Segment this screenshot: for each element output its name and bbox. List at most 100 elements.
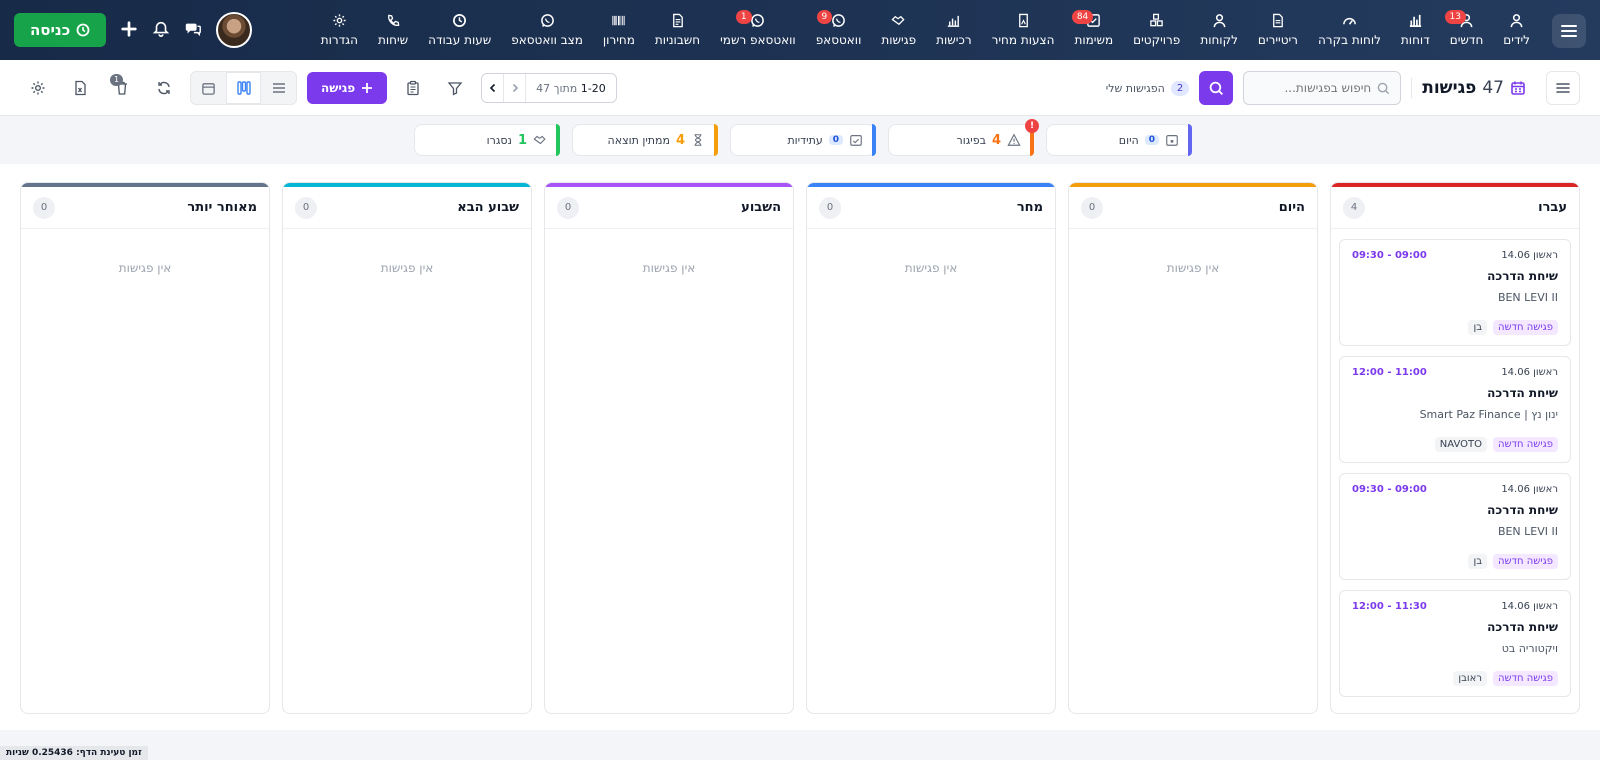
meeting-title: שיחת הדרכה — [1487, 269, 1558, 283]
meeting-card[interactable]: ראשון 14.06 11:00 - 12:00 שיחת הדרכה ינון נ… — [1339, 356, 1571, 463]
pager-of: מתוך 47 — [536, 81, 578, 95]
list-view-button[interactable] — [261, 72, 296, 104]
meeting-owner-tag: בן — [1468, 554, 1487, 569]
kanban-column-5: מאוחר יותר 0 אין פגישות — [20, 182, 270, 714]
gear-icon — [333, 14, 346, 27]
nav-item-label: מצב וואטסאפ — [511, 33, 583, 47]
search-icon — [1377, 82, 1390, 94]
nav-item-label: הגדרות — [320, 33, 358, 47]
empty-column-text: אין פגישות — [1166, 261, 1220, 275]
status-card-1[interactable]: 4 בפיגור! — [888, 119, 1039, 156]
nav-item-5[interactable]: לקוחות — [1190, 0, 1248, 60]
toolbar-right: 47 פגישות 2 הפגישות שלי — [1106, 70, 1580, 106]
quote-icon — [1018, 13, 1028, 28]
nav-item-label: חשבוניות — [654, 33, 701, 47]
nav-item-7[interactable]: משימות 84 — [1064, 0, 1123, 60]
calendar-icon — [1511, 81, 1525, 95]
nav-item-16[interactable]: שעות עבודה — [418, 0, 501, 60]
status-card-4[interactable]: 1 נסגרו — [414, 124, 560, 156]
avatar[interactable] — [216, 12, 253, 48]
cubes-icon — [1150, 13, 1164, 27]
nav-item-badge: 9 — [816, 10, 833, 24]
column-title: השבוע — [741, 200, 781, 215]
chevron-left-icon — [489, 83, 495, 93]
my-meetings-label: הפגישות שלי — [1105, 81, 1165, 95]
clipboard-button[interactable] — [397, 72, 429, 104]
column-title: שבוע הבא — [457, 200, 519, 215]
nav-item-6[interactable]: פרויקטים — [1123, 0, 1190, 60]
kanban-column-4: שבוע הבא 0 אין פגישות — [282, 182, 532, 714]
trash-button[interactable]: 1 — [106, 72, 138, 104]
nav-item-0[interactable]: לידים — [1493, 0, 1540, 60]
hamburger-menu-button[interactable] — [1552, 14, 1586, 48]
search-input[interactable] — [1261, 81, 1372, 95]
column-header: מחר 0 — [807, 187, 1055, 229]
status-card-3[interactable]: 4 ממתין תוצאה — [572, 124, 718, 156]
whatsapp-icon — [832, 14, 845, 27]
chevron-right-icon — [512, 83, 518, 93]
refresh-button[interactable] — [148, 72, 180, 104]
meeting-card[interactable]: ראשון 14.06 09:00 - 09:30 שיחת הדרכה BEN LE… — [1339, 473, 1571, 580]
nav-item-2[interactable]: דוחות — [1391, 0, 1440, 60]
column-header: שבוע הבא 0 — [283, 187, 531, 229]
empty-column-text: אין פגישות — [118, 261, 172, 275]
meeting-date: ראשון 14.06 — [1501, 250, 1558, 261]
purchase-icon — [948, 15, 960, 27]
enter-button[interactable]: כניסה — [14, 13, 107, 47]
meeting-time: 09:00 - 09:30 — [1352, 484, 1427, 495]
nav-item-label: רכישות — [936, 33, 972, 47]
settings-button[interactable] — [22, 72, 54, 104]
calendar-view-button[interactable] — [191, 72, 226, 104]
nav-item-9[interactable]: רכישות — [926, 0, 981, 60]
chat-icon[interactable] — [184, 20, 202, 41]
nav-item-label: פגישות — [881, 33, 917, 47]
nav-item-badge: 13 — [1444, 10, 1466, 24]
filter-button[interactable] — [439, 72, 471, 104]
nav-item-3[interactable]: לוחות בקרה — [1308, 0, 1391, 60]
nav-item-14[interactable]: מחירון — [593, 0, 645, 60]
kanban-view-button[interactable] — [226, 72, 261, 104]
hamburger-icon — [1561, 25, 1577, 37]
pager-prev-button[interactable] — [482, 74, 505, 102]
search-icon — [1209, 81, 1223, 95]
meeting-card[interactable]: ראשון 14.06 11:30 - 12:00 שיחת הדרכה ויקטור… — [1339, 590, 1571, 697]
add-meeting-label: פגישה — [321, 81, 356, 95]
nav-item-18[interactable]: הגדרות — [311, 0, 368, 60]
nav-item-13[interactable]: חשבוניות — [645, 0, 710, 60]
nav-item-17[interactable]: שיחות — [368, 0, 418, 60]
bell-icon[interactable] — [152, 20, 170, 41]
user-icon — [1213, 14, 1226, 28]
meeting-card[interactable]: ראשון 14.06 09:00 - 09:30 שיחת הדרכה BEN LE… — [1339, 239, 1571, 346]
nav-item-label: חדשים — [1449, 33, 1484, 47]
status-card-count: 0 — [1144, 135, 1159, 145]
nav-item-4[interactable]: ריטיירים — [1248, 0, 1308, 60]
nav-item-1[interactable]: חדשים 13 — [1440, 0, 1494, 60]
pagination: 1-20 מתוך 47 — [481, 73, 617, 103]
nav-item-label: דוחות — [1400, 33, 1430, 47]
plus-icon[interactable] — [120, 20, 138, 41]
pager-next-button[interactable] — [504, 74, 527, 102]
nav-item-label: שעות עבודה — [428, 33, 492, 47]
nav-item-12[interactable]: וואטסאפ רשמי 1 — [710, 0, 806, 60]
status-card-2[interactable]: 0 עתידיות — [730, 124, 876, 156]
status-card-accent — [1188, 124, 1192, 156]
empty-column-text: אין פגישות — [904, 261, 958, 275]
status-card-0[interactable]: 0 היום — [1046, 124, 1192, 156]
meeting-status-tag: פגישה חדשה — [1492, 671, 1558, 686]
column-title: מאוחר יותר — [187, 200, 257, 215]
search-button[interactable] — [1199, 71, 1234, 105]
nav-item-8[interactable]: הצעות מחיר — [982, 0, 1065, 60]
barcode-icon — [612, 15, 626, 26]
search-box[interactable] — [1243, 71, 1402, 105]
add-meeting-button[interactable]: פגישה — [307, 72, 388, 104]
meeting-title: שיחת הדרכה — [1487, 620, 1558, 634]
nav-item-11[interactable]: וואטסאפ 9 — [806, 0, 872, 60]
sidebar-toggle-button[interactable] — [1546, 71, 1580, 105]
meeting-client: ויקטוריה בט — [1501, 642, 1558, 655]
nav-item-15[interactable]: מצב וואטסאפ — [501, 0, 593, 60]
view-switcher — [190, 71, 297, 105]
excel-export-button[interactable] — [64, 72, 96, 104]
nav-item-10[interactable]: פגישות — [871, 0, 926, 60]
my-meetings-filter[interactable]: 2 הפגישות שלי — [1105, 80, 1190, 96]
meeting-date: ראשון 14.06 — [1501, 367, 1558, 378]
